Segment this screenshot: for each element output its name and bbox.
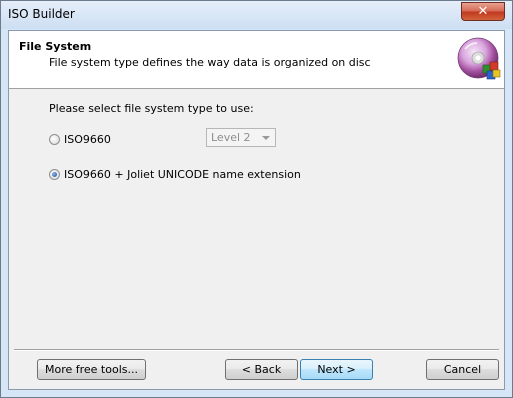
page-subtitle: File system type defines the way data is… (49, 56, 371, 69)
iso-level-value: Level 2 (211, 131, 251, 144)
page-title: File System (19, 40, 92, 53)
next-button[interactable]: Next > (300, 359, 373, 380)
title-bar[interactable]: ISO Builder ✕ (1, 1, 512, 29)
close-button[interactable]: ✕ (461, 2, 505, 21)
iso-level-select[interactable]: Level 2 (206, 128, 276, 147)
wizard-client-area: File System File system type defines the… (8, 30, 505, 390)
option-iso9660-label[interactable]: ISO9660 (64, 133, 111, 146)
iso-builder-window: ISO Builder ✕ File System File system ty… (0, 0, 513, 398)
more-free-tools-button[interactable]: More free tools... (37, 359, 146, 380)
footer-divider (14, 349, 499, 351)
back-button[interactable]: < Back (225, 359, 298, 380)
close-icon: ✕ (477, 4, 489, 19)
filesystem-prompt: Please select file system type to use: (49, 102, 254, 115)
option-iso9660-joliet[interactable]: ISO9660 + Joliet UNICODE name extension (49, 168, 301, 181)
option-iso9660-joliet-label[interactable]: ISO9660 + Joliet UNICODE name extension (64, 168, 301, 181)
window-title: ISO Builder (8, 7, 75, 21)
wizard-header: File System File system type defines the… (9, 31, 504, 89)
radio-iso9660-joliet[interactable] (49, 169, 60, 180)
option-iso9660[interactable]: ISO9660 (49, 133, 111, 146)
cancel-button[interactable]: Cancel (426, 359, 499, 380)
chevron-down-icon (262, 136, 270, 140)
radio-iso9660[interactable] (49, 134, 60, 145)
disc-icon (457, 37, 501, 80)
